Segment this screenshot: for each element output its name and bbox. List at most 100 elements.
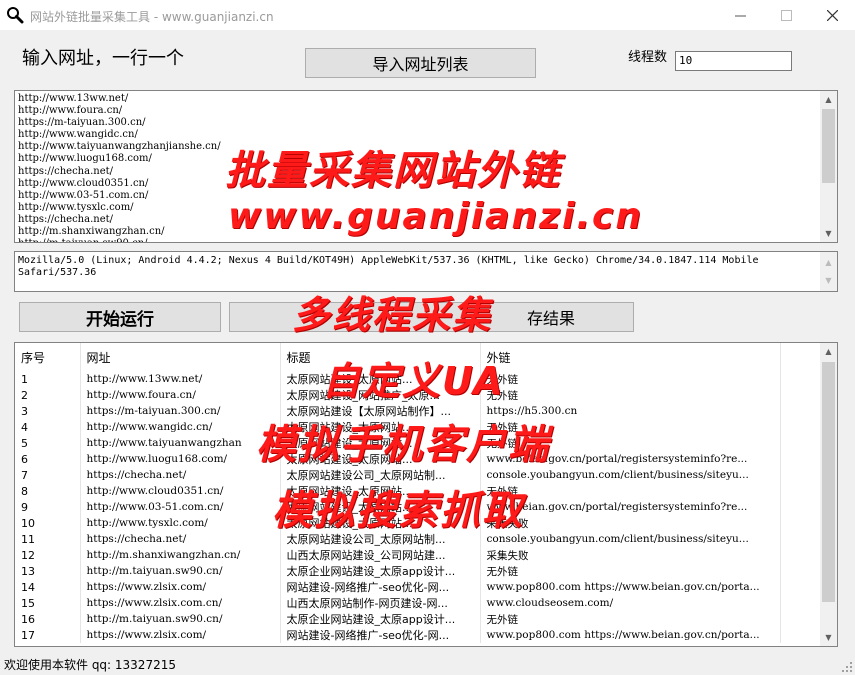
scroll-up-icon[interactable]: ▲: [820, 343, 837, 360]
table-row[interactable]: 12 http://m.shanxiwangzhan.cn/山西太原网站建设_公司…: [15, 547, 823, 563]
scroll-up-icon[interactable]: ▲: [820, 254, 837, 271]
filler-cell: [780, 435, 823, 451]
table-row[interactable]: 17 https://www.zlsix.com/网站建设-网络推广-seo优化-…: [15, 627, 823, 643]
row-url-cell: http://m.taiyuan.sw90.cn/: [80, 563, 281, 579]
url-line: http://www.foura.cn/: [18, 105, 123, 117]
user-agent-scrollbar[interactable]: ▲ ▼: [820, 252, 837, 291]
status-bar: 欢迎使用本软件 qq: 13327215: [0, 652, 855, 675]
table-row[interactable]: 14 https://www.zlsix.com/网站建设-网络推广-seo优化-…: [15, 579, 823, 595]
column-header[interactable]: 外链: [480, 343, 781, 371]
row-url-cell: https://www.zlsix.com/: [80, 579, 281, 595]
import-url-list-button[interactable]: 导入网址列表: [305, 48, 536, 78]
filler-cell: [780, 371, 823, 387]
scroll-down-icon[interactable]: ▼: [820, 272, 837, 289]
row-title-cell: 太原企业网站建设_太原app设计...: [280, 611, 481, 627]
table-row[interactable]: 15 https://www.zlsix.com.cn/山西太原网站制作-网页建设…: [15, 595, 823, 611]
overlay-title: 批量采集网站外链: [225, 148, 561, 194]
url-line: http://m.shanxiwangzhan.cn/: [18, 226, 165, 238]
url-list-scrollbar[interactable]: ▲ ▼: [820, 91, 837, 242]
row-index-cell: 3: [15, 403, 81, 419]
row-links-cell: 无外链: [480, 611, 781, 627]
maximize-button[interactable]: [763, 0, 809, 30]
filler-cell: [780, 403, 823, 419]
row-index-cell: 5: [15, 435, 81, 451]
row-index-cell: 13: [15, 563, 81, 579]
row-url-cell: http://www.tysxlc.com/: [80, 515, 281, 531]
row-url-cell: https://m-taiyuan.300.cn/: [80, 403, 281, 419]
overlay-mobile-client: 模拟手机客户端: [256, 422, 550, 468]
scroll-thumb[interactable]: [822, 109, 835, 183]
row-links-cell: 无外链: [480, 563, 781, 579]
filler-cell: [780, 515, 823, 531]
table-row[interactable]: 16 http://m.taiyuan.sw90.cn/太原企业网站建设_太原ap…: [15, 611, 823, 627]
row-index-cell: 7: [15, 467, 81, 483]
row-index-cell: 6: [15, 451, 81, 467]
row-index-cell: 12: [15, 547, 81, 563]
thread-count-label: 线程数: [628, 50, 668, 65]
filler-cell: [780, 419, 823, 435]
row-index-cell: 17: [15, 627, 81, 643]
start-button[interactable]: 开始运行: [19, 302, 221, 332]
row-index-cell: 16: [15, 611, 81, 627]
row-url-cell: http://m.shanxiwangzhan.cn/: [80, 547, 281, 563]
scroll-up-icon[interactable]: ▲: [820, 91, 837, 108]
filler-cell: [780, 595, 823, 611]
filler-cell: [780, 483, 823, 499]
row-url-cell: http://www.13ww.net/: [80, 371, 281, 387]
url-line: http://www.03-51.com.cn/: [18, 189, 149, 201]
table-row[interactable]: 13 http://m.taiyuan.sw90.cn/太原企业网站建设_太原ap…: [15, 563, 823, 579]
row-url-cell: http://www.03-51.com.cn/: [80, 499, 281, 515]
filler-cell: [780, 467, 823, 483]
url-line: http://www.luogu168.com/: [18, 153, 152, 165]
close-button[interactable]: [809, 0, 855, 30]
scroll-down-icon[interactable]: ▼: [820, 225, 837, 242]
row-index-cell: 8: [15, 483, 81, 499]
filler-cell: [780, 387, 823, 403]
row-links-cell: 采集失败: [480, 515, 781, 531]
row-url-cell: http://m.taiyuan.sw90.cn/: [80, 611, 281, 627]
filler-cell: [780, 627, 823, 643]
url-line: http://www.tysxlc.com/: [18, 201, 134, 213]
row-title-cell: 山西太原网站制作-网页建设-网...: [280, 595, 481, 611]
row-url-cell: http://www.cloud0351.cn/: [80, 483, 281, 499]
url-line: http://www.cloud0351.cn/: [18, 177, 149, 189]
magnifier-icon: [7, 7, 24, 24]
url-line: http://www.taiyuanwangzhanjianshe.cn/: [18, 141, 221, 153]
row-index-cell: 10: [15, 515, 81, 531]
status-text: 欢迎使用本软件 qq: 13327215: [4, 658, 176, 672]
row-links-cell: 采集失败: [480, 547, 781, 563]
resize-grip-icon[interactable]: [841, 661, 853, 673]
row-links-cell: www.pop800.com https://www.beian.gov.cn/…: [480, 579, 781, 595]
overlay-multithread: 多线程采集: [292, 293, 493, 337]
column-header[interactable]: 网址: [80, 343, 281, 371]
row-links-cell: 无外链: [480, 371, 781, 387]
filler-cell: [780, 579, 823, 595]
scroll-down-icon[interactable]: ▼: [820, 629, 837, 646]
thread-count-input[interactable]: 10: [675, 51, 792, 71]
column-header[interactable]: 序号: [15, 343, 81, 371]
row-title-cell: 山西太原网站建设_公司网站建...: [280, 547, 481, 563]
url-instruction-label: 输入网址，一行一个: [22, 48, 184, 69]
row-url-cell: http://www.luogu168.com/: [80, 451, 281, 467]
url-line: http://www.13ww.net/: [18, 93, 129, 104]
row-index-cell: 9: [15, 499, 81, 515]
row-links-cell: 无外链: [480, 483, 781, 499]
title-bar[interactable]: 网站外链批量采集工具 - www.guanjianzi.cn: [0, 0, 855, 30]
minimize-button[interactable]: [717, 0, 763, 30]
row-links-cell: www.beian.gov.cn/portal/registersystemin…: [480, 499, 781, 515]
url-line: https://checha.net/: [18, 213, 114, 225]
row-url-cell: http://www.foura.cn/: [80, 387, 281, 403]
row-url-cell: https://checha.net/: [80, 531, 281, 547]
filler-cell: [780, 547, 823, 563]
overlay-custom-ua: 自定义UA: [322, 359, 505, 403]
row-url-cell: http://www.wangidc.cn/: [80, 419, 281, 435]
row-links-cell: console.youbangyun.com/client/business/s…: [480, 531, 781, 547]
results-scrollbar[interactable]: ▲ ▼: [820, 343, 837, 646]
row-links-cell: www.pop800.com https://www.beian.gov.cn/…: [480, 627, 781, 643]
minimize-icon: [734, 15, 746, 16]
row-index-cell: 15: [15, 595, 81, 611]
scroll-thumb[interactable]: [822, 362, 835, 602]
url-line: http://www.wangidc.cn/: [18, 129, 138, 141]
row-index-cell: 11: [15, 531, 81, 547]
overlay-website: www.guanjianzi.cn: [228, 196, 644, 237]
